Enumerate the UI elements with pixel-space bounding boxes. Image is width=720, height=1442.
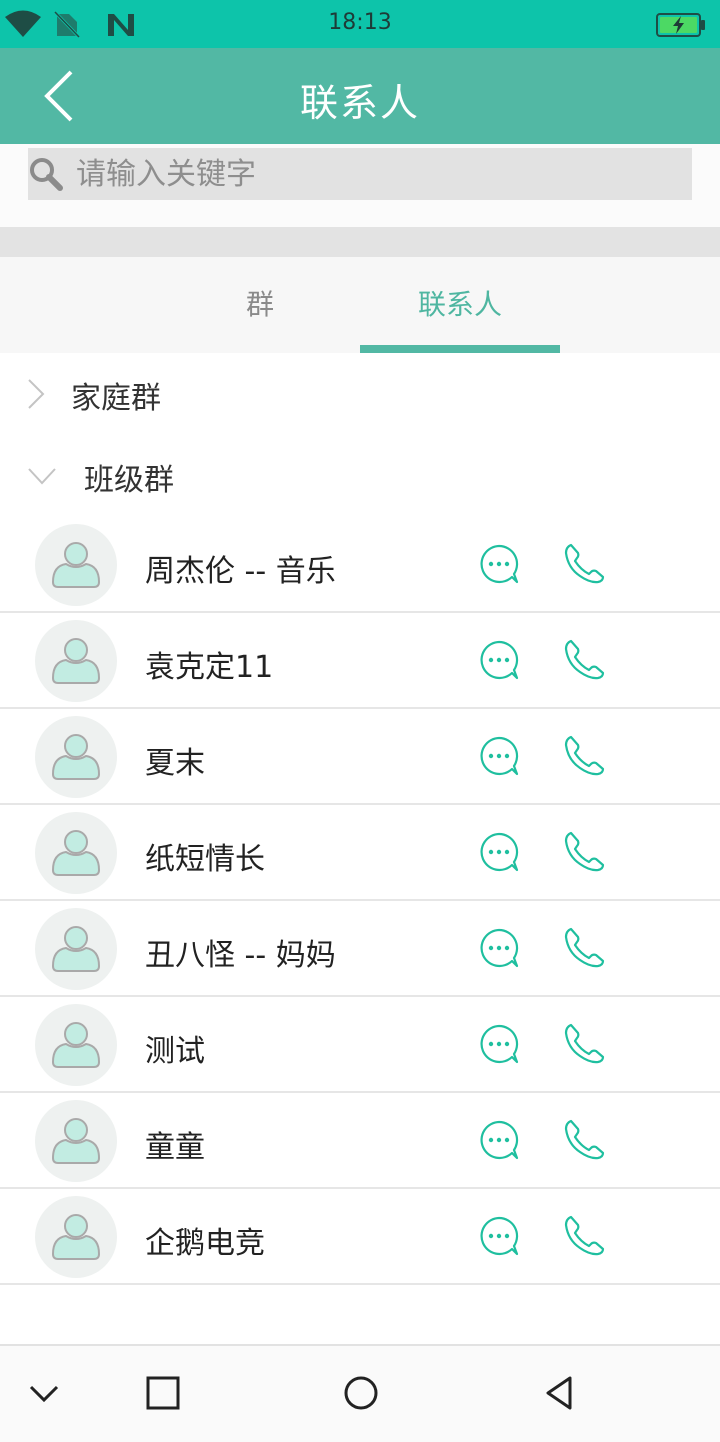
avatar [35,620,117,702]
avatar [35,1004,117,1086]
message-bubble-icon[interactable] [478,1023,520,1065]
chevron-down-icon [28,468,56,485]
battery-charging-icon [656,13,705,37]
tab-groups[interactable]: 群 [160,257,360,353]
recents-square-icon[interactable] [146,1376,180,1410]
avatar [35,812,117,894]
phone-call-icon[interactable] [562,1022,606,1066]
app-bar: 联系人 [0,48,720,144]
contact-row[interactable]: 周杰伦 -- 音乐 [0,517,720,613]
contact-name: 测试 [145,1034,205,1069]
contact-row[interactable]: 夏末 [0,709,720,805]
contact-row[interactable]: 丑八怪 -- 妈妈 [0,901,720,997]
message-bubble-icon[interactable] [478,543,520,585]
status-time: 18:13 [328,10,392,35]
contact-name: 童童 [145,1130,205,1165]
phone-call-icon[interactable] [562,1118,606,1162]
message-bubble-icon[interactable] [478,831,520,873]
message-bubble-icon[interactable] [478,1215,520,1257]
back-triangle-icon[interactable] [543,1375,575,1411]
group-row-family[interactable]: 家庭群 [0,353,720,437]
person-icon [51,1022,101,1068]
phone-call-icon[interactable] [562,734,606,778]
phone-call-icon[interactable] [562,542,606,586]
system-nav-bar [0,1344,720,1442]
section-divider [0,227,720,257]
message-bubble-icon[interactable] [478,1119,520,1161]
search-input[interactable] [74,155,668,193]
avatar [35,524,117,606]
person-icon [51,734,101,780]
status-bar: 18:13 [0,0,720,48]
person-icon [51,542,101,588]
avatar [35,1100,117,1182]
contact-row[interactable]: 纸短情长 [0,805,720,901]
phone-call-icon[interactable] [562,926,606,970]
search-box[interactable] [28,148,692,200]
contact-row[interactable]: 袁克定11 [0,613,720,709]
contact-row[interactable]: 测试 [0,997,720,1093]
contact-name: 夏末 [145,746,205,781]
tab-bar: 群 联系人 [0,257,720,353]
contact-name: 企鹅电竞 [145,1226,265,1261]
person-icon [51,1118,101,1164]
search-area [0,144,720,227]
phone-call-icon[interactable] [562,638,606,682]
person-icon [51,926,101,972]
message-bubble-icon[interactable] [478,735,520,777]
person-icon [51,1214,101,1260]
contact-name: 纸短情长 [145,842,265,877]
person-icon [51,638,101,684]
avatar [35,716,117,798]
group-label: 班级群 [84,463,174,498]
avatar [35,908,117,990]
contact-name: 袁克定11 [145,650,274,685]
search-icon [30,158,63,191]
tab-contacts[interactable]: 联系人 [360,257,560,353]
message-bubble-icon[interactable] [478,927,520,969]
contact-row[interactable]: 童童 [0,1093,720,1189]
contact-name: 周杰伦 -- 音乐 [145,554,336,589]
group-label: 家庭群 [71,381,161,416]
message-bubble-icon[interactable] [478,639,520,681]
home-circle-icon[interactable] [343,1375,379,1411]
avatar [35,1196,117,1278]
contact-row[interactable]: 企鹅电竞 [0,1189,720,1285]
page-title: 联系人 [299,81,420,125]
phone-call-icon[interactable] [562,830,606,874]
chevron-right-icon [28,379,45,409]
group-row-class[interactable]: 班级群 [0,435,720,519]
phone-call-icon[interactable] [562,1214,606,1258]
contact-name: 丑八怪 -- 妈妈 [145,938,336,973]
collapse-chevron-icon[interactable] [28,1382,60,1406]
person-icon [51,830,101,876]
